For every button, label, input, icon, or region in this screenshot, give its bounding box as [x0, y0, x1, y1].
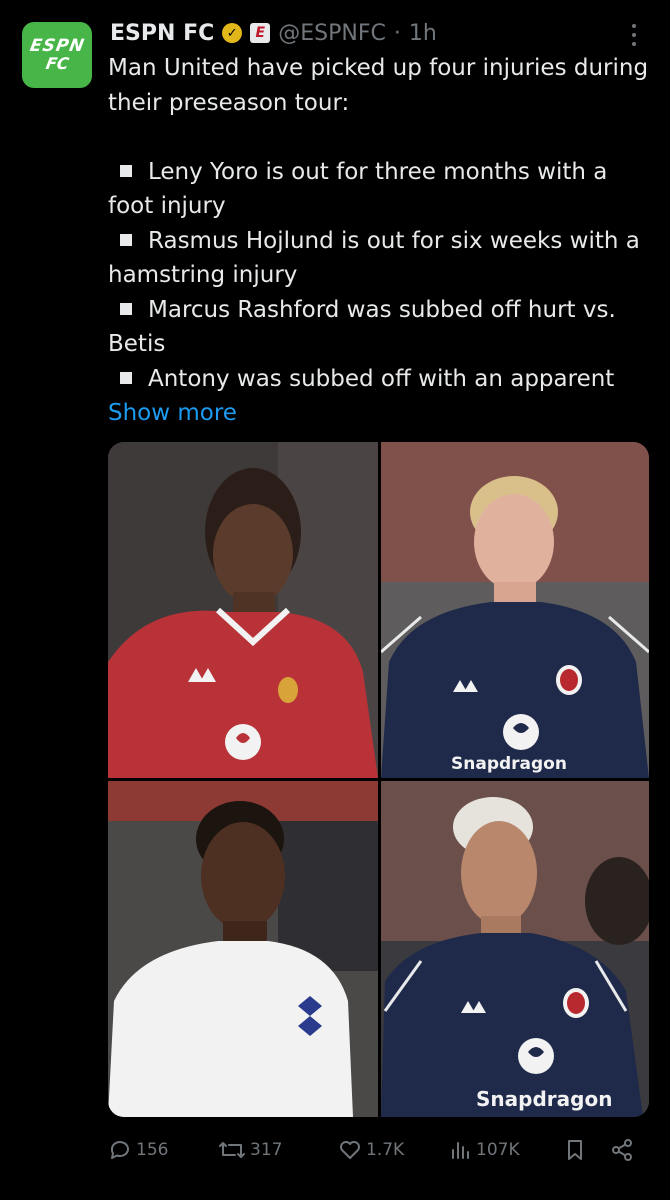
- bullet-square-icon: [120, 303, 132, 315]
- bullet-square-icon: [120, 372, 132, 384]
- tweet-intro: Man United have picked up four injuries …: [108, 55, 649, 116]
- yoro-illustration: [108, 442, 378, 778]
- tweet-text: Man United have picked up four injuries …: [108, 51, 658, 396]
- bullet-text: Antony was subbed off with an apparent: [148, 365, 615, 392]
- hojlund-shirt-sponsor: Snapdragon: [451, 754, 567, 774]
- show-more-link[interactable]: Show more: [108, 396, 237, 430]
- reply-button[interactable]: 156: [108, 1132, 168, 1168]
- separator: ·: [393, 20, 401, 46]
- antony-photo[interactable]: Snapdragon: [381, 781, 649, 1117]
- reply-icon: [110, 1141, 129, 1159]
- repost-icon: [219, 1142, 245, 1158]
- author-handle[interactable]: @ESPNFC: [278, 21, 386, 46]
- share-icon: [612, 1139, 632, 1161]
- reply-count: 156: [136, 1140, 169, 1160]
- bullet-square-icon: [120, 165, 132, 177]
- verified-badge-icon[interactable]: ✓: [222, 23, 243, 43]
- media-grid: Snapdragon Snapdragon: [108, 442, 649, 1117]
- bullet-square-icon: [120, 234, 132, 246]
- bullet-text: Marcus Rashford was subbed off hurt vs. …: [108, 296, 616, 358]
- rashford-illustration: [108, 781, 378, 1117]
- bullet-item: Marcus Rashford was subbed off hurt vs. …: [108, 293, 658, 362]
- like-count: 1.7K: [366, 1140, 405, 1160]
- repost-button[interactable]: 317: [218, 1132, 282, 1168]
- views-button[interactable]: 107K: [448, 1132, 520, 1168]
- bullet-item: Rasmus Hojlund is out for six weeks with…: [108, 224, 658, 293]
- author-name[interactable]: ESPN FC: [110, 21, 214, 46]
- yoro-photo[interactable]: [108, 442, 378, 778]
- avatar-line2: FC: [44, 53, 71, 73]
- bullet-text: Leny Yoro is out for three months with a…: [108, 158, 608, 220]
- tweet[interactable]: ESPN FC ESPN FC ✓ E @ESPNFC · 1h Man Uni…: [0, 0, 670, 1200]
- share-button[interactable]: [610, 1132, 634, 1168]
- repost-count: 317: [250, 1140, 283, 1160]
- affiliate-badge-icon[interactable]: E: [250, 23, 271, 43]
- bullet-text: Rasmus Hojlund is out for six weeks with…: [108, 227, 640, 289]
- bookmark-icon: [568, 1140, 582, 1160]
- avatar-line1: ESPN: [28, 35, 87, 56]
- view-count: 107K: [476, 1140, 520, 1160]
- bookmark-button[interactable]: [563, 1132, 587, 1168]
- hojlund-photo[interactable]: Snapdragon: [381, 442, 649, 778]
- views-chart-icon: [452, 1142, 469, 1159]
- rashford-photo[interactable]: [108, 781, 378, 1117]
- heart-icon: [340, 1141, 360, 1159]
- antony-illustration: [381, 781, 649, 1117]
- like-button[interactable]: 1.7K: [338, 1132, 404, 1168]
- antony-shirt-sponsor: Snapdragon: [476, 1087, 613, 1111]
- tweet-header: ESPN FC ✓ E @ESPNFC · 1h: [110, 16, 437, 50]
- timestamp[interactable]: 1h: [409, 21, 437, 46]
- hojlund-illustration: [381, 442, 649, 778]
- action-bar: 156 317 1.7K 107K: [108, 1132, 638, 1168]
- more-options-icon[interactable]: [626, 22, 642, 48]
- bullet-item: Antony was subbed off with an apparent: [108, 362, 658, 397]
- avatar[interactable]: ESPN FC: [22, 22, 92, 88]
- bullet-item: Leny Yoro is out for three months with a…: [108, 155, 658, 224]
